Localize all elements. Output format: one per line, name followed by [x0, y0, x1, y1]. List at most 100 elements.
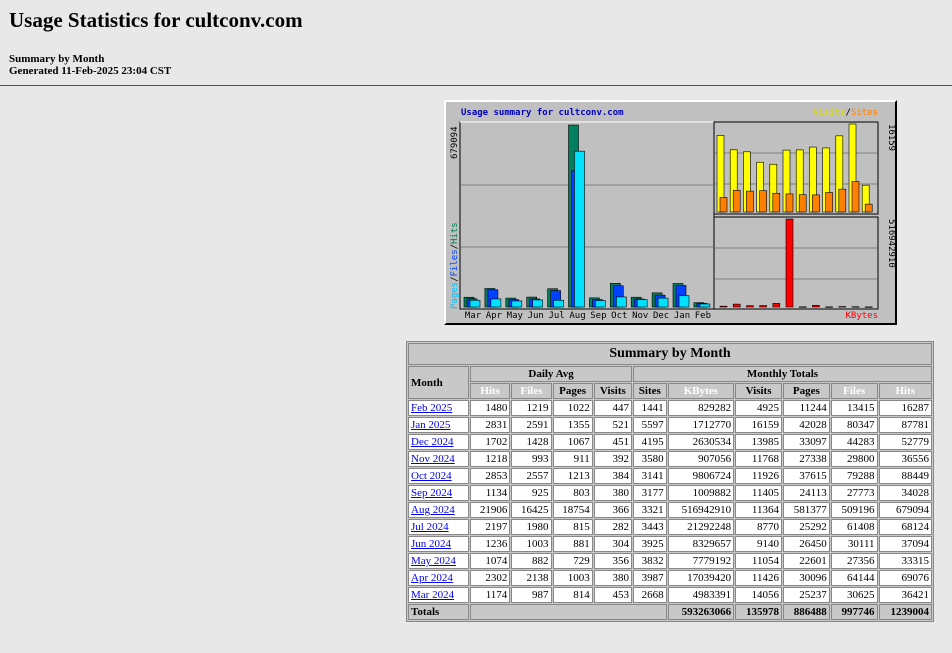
cell-sites: 1441: [632, 400, 667, 416]
month-label: Nov: [632, 311, 648, 321]
main-panel: [459, 121, 715, 310]
month-link[interactable]: Mar 2024: [411, 589, 454, 601]
header-divider: [0, 85, 952, 86]
month-link[interactable]: Oct 2024: [411, 470, 452, 482]
cell-tpages: 33097: [782, 434, 830, 450]
cell-visits: 304: [593, 536, 632, 552]
cell-tpages: 27338: [782, 451, 830, 467]
bar-kbytes: [798, 306, 807, 308]
cell-thits: 87781: [878, 417, 932, 433]
cell-thits: 37094: [878, 536, 932, 552]
cell-tfiles: 61408: [830, 519, 878, 535]
cell-tpages: 581377: [782, 502, 830, 518]
cell-tfiles: 80347: [830, 417, 878, 433]
cell-pages: 1003: [552, 570, 593, 586]
cell-visits: 384: [593, 468, 632, 484]
bar-sites: [719, 197, 728, 213]
month-link[interactable]: May 2024: [411, 555, 456, 567]
bar-pages: [574, 150, 585, 308]
cell-tvisits: 9140: [735, 536, 782, 552]
month-link[interactable]: Nov 2024: [411, 453, 455, 465]
legend-files: Files: [450, 249, 460, 276]
cell-tfiles: 27356: [830, 553, 878, 569]
cell-kbytes: 8329657: [667, 536, 735, 552]
bar-kbytes: [825, 306, 833, 308]
month-link[interactable]: Apr 2024: [411, 572, 453, 584]
bar-kbytes: [732, 303, 741, 308]
table-title: Summary by Month: [408, 343, 932, 365]
bar-kbytes: [864, 306, 873, 308]
table-row: Oct 2024 2853 2557 1213 384 3141 9806724 11926 3…: [408, 468, 932, 484]
cell-tfiles: 509196: [830, 502, 878, 518]
bar-kbytes: [851, 306, 860, 308]
table-row: Jun 2024 1236 1003 881 304 3925 8329657 9140 264…: [408, 536, 932, 552]
month-link[interactable]: Dec 2024: [411, 436, 453, 448]
bar-kbytes: [719, 305, 728, 308]
totals-pages: 886488: [782, 604, 830, 620]
col-total-pages: Pages: [782, 383, 830, 399]
cell-files: 1428: [511, 434, 552, 450]
bar-kbytes: [772, 303, 781, 308]
cell-pages: 1355: [552, 417, 593, 433]
month-link[interactable]: Jun 2024: [411, 538, 451, 550]
cell-sites: 3580: [632, 451, 667, 467]
kbytes-axis-label: KBytes: [845, 311, 878, 321]
daily-avg-header: Daily Avg: [470, 366, 632, 382]
bar-pages: [678, 295, 690, 308]
cell-sites: 3832: [632, 553, 667, 569]
bar-sites: [812, 194, 820, 213]
cell-tpages: 11244: [782, 400, 830, 416]
cell-tpages: 25292: [782, 519, 830, 535]
left-axis-legend: Pages/Files/Hits: [450, 222, 460, 309]
cell-files: 2591: [511, 417, 552, 433]
bar-sites: [851, 181, 860, 213]
cell-tvisits: 11926: [735, 468, 782, 484]
cell-files: 1980: [511, 519, 552, 535]
cell-visits: 521: [593, 417, 632, 433]
cell-tfiles: 30111: [830, 536, 878, 552]
bar-kbytes: [812, 305, 820, 308]
cell-tvisits: 11054: [735, 553, 782, 569]
month-label: Apr: [486, 311, 503, 321]
month-link[interactable]: Sep 2024: [411, 487, 452, 499]
cell-thits: 88449: [878, 468, 932, 484]
table-row: Apr 2024 2302 2138 1003 380 3987 17039420 11426…: [408, 570, 932, 586]
month-cell: Feb 2025: [408, 400, 470, 416]
month-link[interactable]: Jan 2025: [411, 419, 450, 431]
col-avg-visits: Visits: [593, 383, 632, 399]
cell-thits: 68124: [878, 519, 932, 535]
month-label: Feb: [695, 311, 711, 321]
cell-hits: 2853: [470, 468, 511, 484]
legend-pages: Pages: [450, 282, 460, 309]
cell-visits: 380: [593, 570, 632, 586]
month-link[interactable]: Feb 2025: [411, 402, 452, 414]
table-row: Feb 2025 1480 1219 1022 447 1441 829282 4925 112…: [408, 400, 932, 416]
totals-visits: 135978: [735, 604, 782, 620]
bar-sites: [746, 190, 754, 213]
cell-sites: 3177: [632, 485, 667, 501]
col-avg-files: Files: [511, 383, 552, 399]
bar-kbytes: [785, 218, 794, 308]
table-row: Mar 2024 1174 987 814 453 2668 4983391 14056 252…: [408, 587, 932, 603]
month-cell: Apr 2024: [408, 570, 470, 586]
month-link[interactable]: Jul 2024: [411, 521, 449, 533]
table-row: Aug 2024 21906 16425 18754 366 3321 516942910 1…: [408, 502, 932, 518]
cell-tvisits: 11364: [735, 502, 782, 518]
cell-kbytes: 17039420: [667, 570, 735, 586]
month-link[interactable]: Aug 2024: [411, 504, 455, 516]
cell-visits: 380: [593, 485, 632, 501]
bar-pages: [595, 300, 606, 308]
cell-sites: 4195: [632, 434, 667, 450]
cell-pages: 911: [552, 451, 593, 467]
month-cell: Jul 2024: [408, 519, 470, 535]
bar-pages: [657, 297, 669, 308]
cell-tpages: 22601: [782, 553, 830, 569]
cell-sites: 3987: [632, 570, 667, 586]
cell-sites: 3141: [632, 468, 667, 484]
cell-kbytes: 907056: [667, 451, 735, 467]
month-cell: Aug 2024: [408, 502, 470, 518]
table-body: Feb 2025 1480 1219 1022 447 1441 829282 4925 112…: [408, 400, 932, 603]
cell-tfiles: 64144: [830, 570, 878, 586]
cell-visits: 366: [593, 502, 632, 518]
cell-hits: 2831: [470, 417, 511, 433]
